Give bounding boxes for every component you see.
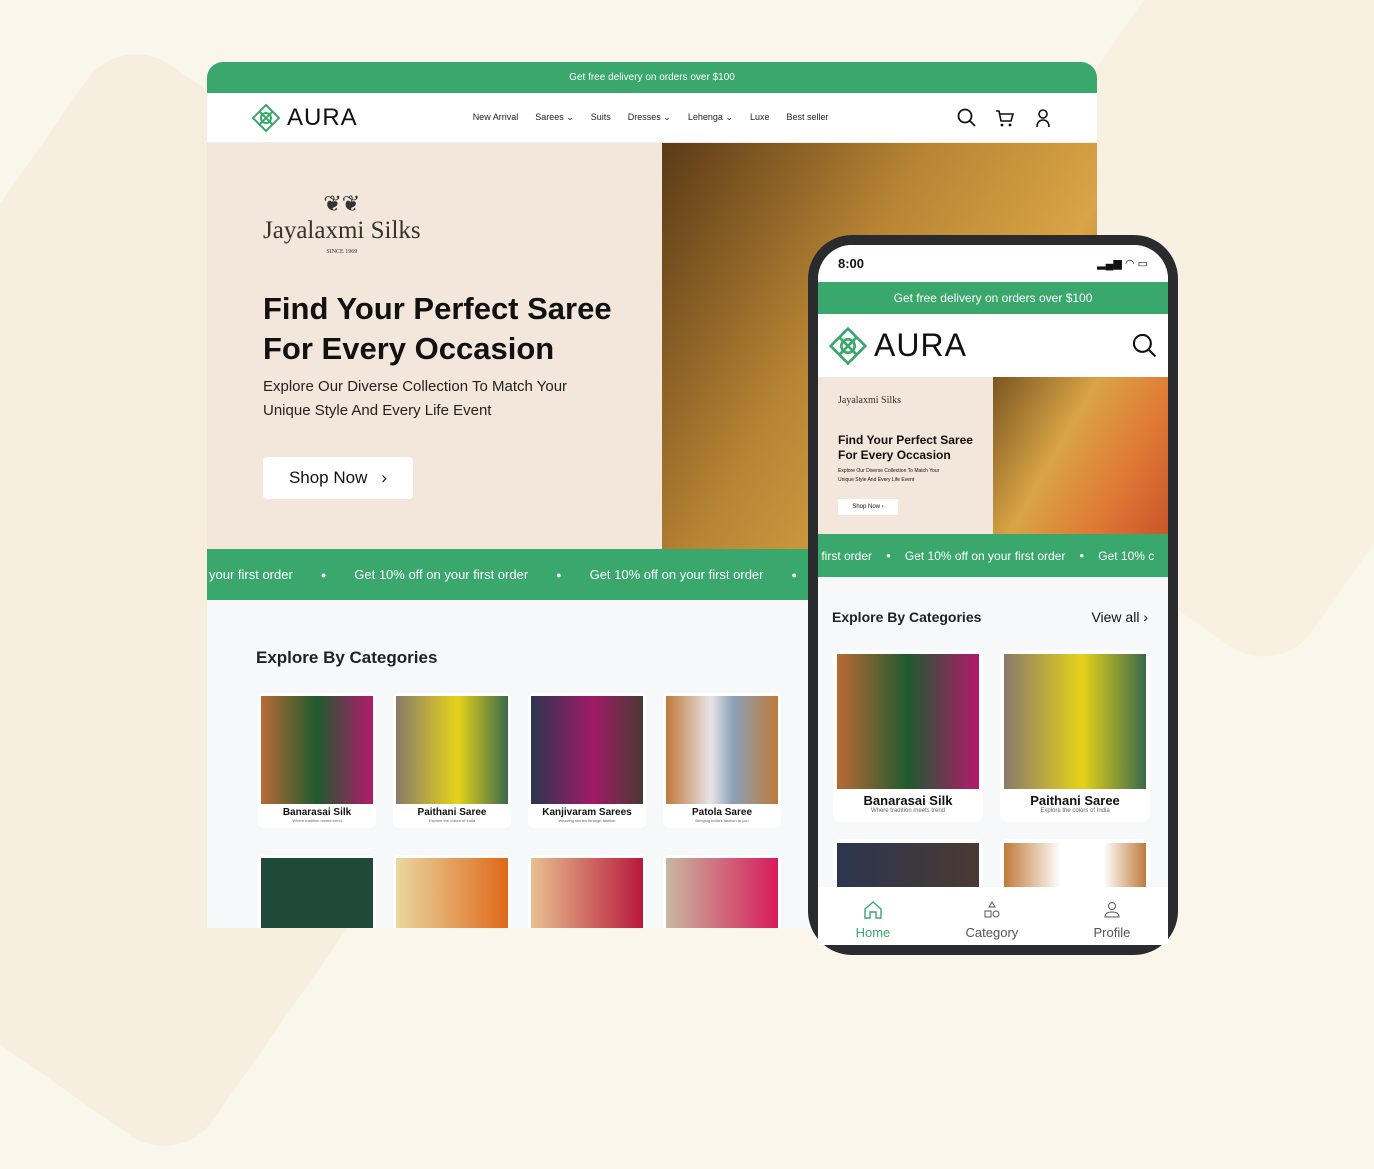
menu-dresses[interactable]: Dresses ⌄ [628,112,671,123]
brand-since: SINCE 1969 [326,249,358,255]
brand-logo: ❦❦ Jayalaxmi Silks SINCE 1969 [263,191,421,255]
shop-now-button[interactable]: Shop Now › [263,457,413,499]
logo-text: AURA [874,327,967,363]
category-card[interactable]: Kanjivaram Sarees Weaving stories through… [528,693,646,828]
menu-luxe[interactable]: Luxe [750,112,770,123]
cart-icon[interactable] [995,108,1015,128]
menu-best-seller[interactable]: Best seller [786,112,828,123]
brand-name: Jayalaxmi Silks [838,395,902,406]
shop-now-button[interactable]: Shop Now › [838,499,898,515]
nav-profile[interactable]: Profile [1094,901,1130,945]
navbar: AURA New Arrival Sarees ⌄ Suits Dresses … [207,93,1097,143]
hero-title: Find Your Perfect Saree For Every Occasio… [838,433,973,462]
logo[interactable]: AURA [251,103,358,133]
aura-logo-icon [828,326,868,365]
category-card[interactable]: Banarasai Silk Where tradition meets tren… [258,693,376,828]
offer-ticker: r first order ● Get 10% off on your first… [818,534,1168,577]
category-card[interactable]: Patola Saree Bringing India's fashion to … [663,693,781,828]
status-time: 8:00 [838,256,865,271]
search-icon[interactable] [957,108,977,128]
logo-text: AURA [287,103,358,131]
hero-image [993,377,1168,534]
view-all-link[interactable]: View all › [1091,609,1148,625]
battery-wifi-signal-icon: ▂▄▆ ◠ ▭ [1097,258,1148,270]
category-card[interactable]: Paithani Saree Explore the colors of Indi… [393,693,511,828]
profile-icon [1104,902,1120,918]
mobile-mockup: 8:00 ▂▄▆ ◠ ▭ Get free delivery on orders… [808,235,1178,955]
search-icon[interactable] [1132,333,1158,359]
mobile-header: AURA [818,314,1168,377]
section-title: Explore By Categories [832,609,982,625]
category-card[interactable] [663,855,781,928]
hero-subtitle: Explore Our Diverse Collection To Match … [838,468,940,483]
category-card[interactable] [393,855,511,928]
menu-new-arrival[interactable]: New Arrival [473,112,519,123]
hero-title: Find Your Perfect Saree For Every Occasio… [263,291,612,366]
main-menu: New Arrival Sarees ⌄ Suits Dresses ⌄ Leh… [473,112,829,123]
brand-name: Jayalaxmi Silks [263,217,421,244]
hero-banner: Jayalaxmi Silks Find Your Perfect Saree F… [818,377,1168,534]
category-card[interactable] [258,855,376,928]
user-icon[interactable] [1033,108,1053,128]
menu-lehenga[interactable]: Lehenga ⌄ [688,112,733,123]
nav-category[interactable]: Category [966,901,1018,945]
hero-subtitle: Explore Our Diverse Collection To Match … [263,378,568,419]
menu-suits[interactable]: Suits [591,112,611,123]
nav-home[interactable]: Home [856,901,890,945]
chevron-right-icon: › [381,468,388,487]
status-bar: 8:00 ▂▄▆ ◠ ▭ [818,245,1168,282]
category-icon [984,901,1000,918]
category-card[interactable] [528,855,646,928]
promo-bar: Get free delivery on orders over $100 [818,282,1168,314]
menu-sarees[interactable]: Sarees ⌄ [535,112,574,123]
home-icon [864,901,882,919]
bottom-nav: Home Category Profile [818,887,1168,945]
promo-bar: Get free delivery on orders over $100 [207,62,1097,93]
aura-logo-icon [251,103,281,132]
category-card[interactable]: Paithani Saree Explore the colors of Indi… [1000,650,1150,822]
category-card[interactable]: Banarasai Silk Where tradition meets tren… [833,650,983,822]
